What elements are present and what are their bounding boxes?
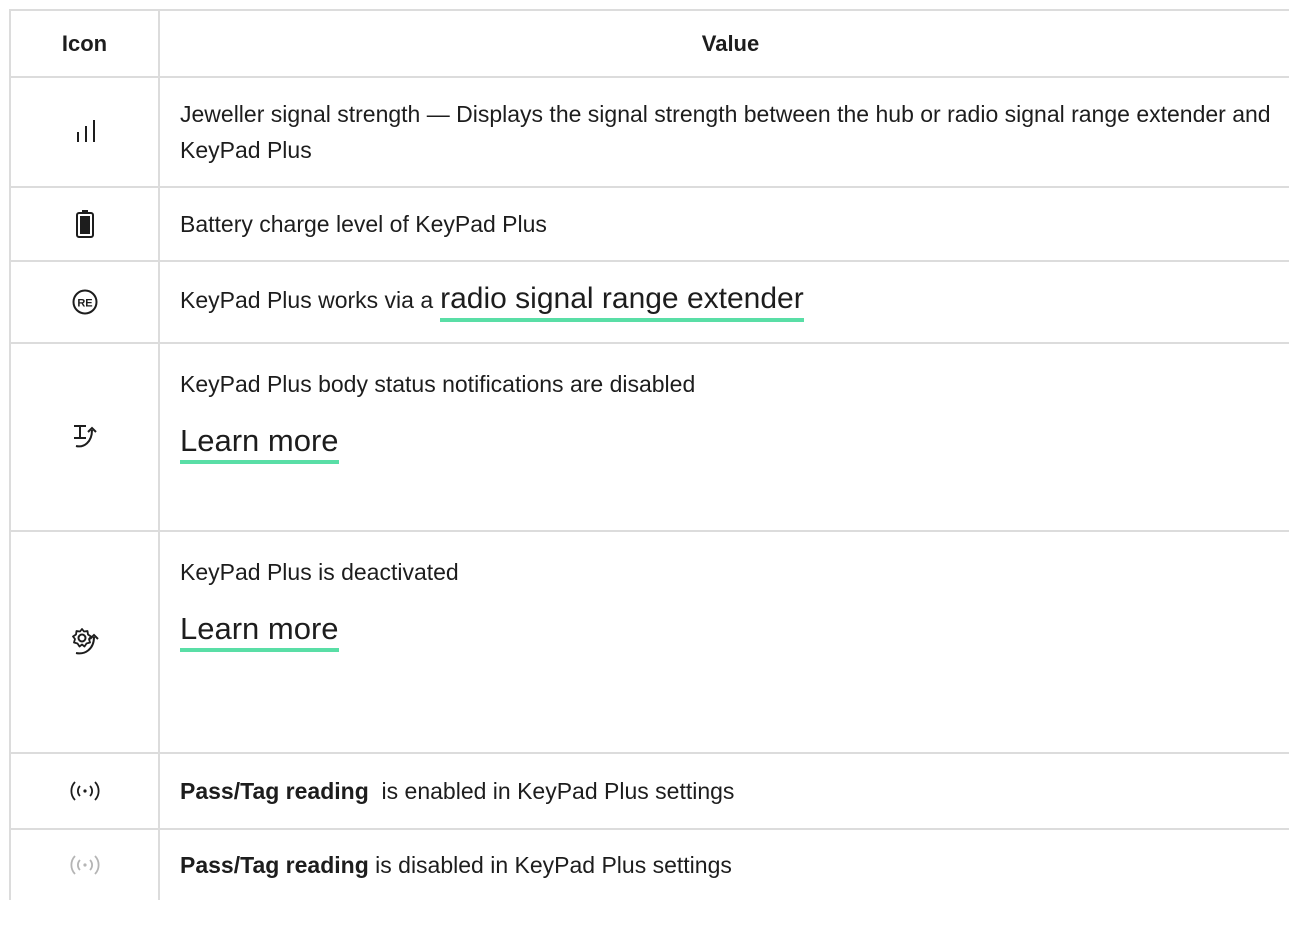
row-text: KeyPad Plus is deactivated [180, 559, 459, 585]
value-cell: Jeweller signal strength — Displays the … [160, 78, 1289, 186]
table-header-row: Icon Value [11, 11, 1289, 78]
table-row: KeyPad Plus body status notifications ar… [11, 344, 1289, 532]
row-text: KeyPad Plus works via a [180, 287, 434, 313]
row-text: Battery charge level of KeyPad Plus [180, 211, 547, 237]
svg-text:RE: RE [77, 298, 92, 310]
value-cell: KeyPad Plus works via a radio signal ran… [160, 262, 1289, 342]
header-icon-column: Icon [11, 11, 160, 76]
row-bold-text: Pass/Tag reading [180, 778, 369, 804]
header-value-column: Value [701, 30, 760, 56]
icon-cell [11, 344, 160, 530]
battery-icon [75, 210, 94, 238]
table-row: Jeweller signal strength — Displays the … [11, 78, 1289, 188]
learn-more-link[interactable]: Learn more [180, 424, 339, 464]
signal-strength-icon [70, 118, 100, 146]
row-text: Jeweller signal strength — Displays the … [180, 101, 1271, 163]
value-cell: KeyPad Plus is deactivated Learn more [160, 532, 1289, 752]
icon-cell [11, 78, 160, 186]
icon-cell: RE [11, 262, 160, 342]
row-bold-text: Pass/Tag reading [180, 852, 369, 878]
icon-cell [11, 754, 160, 828]
table-row: RE KeyPad Plus works via a radio signal … [11, 262, 1289, 344]
icon-cell [11, 188, 160, 260]
value-cell: Pass/Tag reading is disabled in KeyPad P… [160, 830, 1289, 900]
row-text: KeyPad Plus body status notifications ar… [180, 371, 696, 397]
pass-tag-disabled-icon [67, 854, 103, 876]
pass-tag-enabled-icon [67, 780, 103, 802]
row-text: is disabled in KeyPad Plus settings [368, 852, 732, 878]
range-extender-link[interactable]: radio signal range extender [440, 282, 804, 322]
value-cell: Battery charge level of KeyPad Plus [160, 188, 1289, 260]
row-text: is enabled in KeyPad Plus settings [368, 778, 735, 804]
value-cell: KeyPad Plus body status notifications ar… [160, 344, 1289, 530]
deactivated-gear-icon [69, 626, 101, 658]
icon-cell [11, 532, 160, 752]
table-row: Battery charge level of KeyPad Plus [11, 188, 1289, 262]
icon-cell [11, 830, 160, 900]
status-icons-table: Icon Value Jeweller signal strength — Di… [9, 9, 1289, 900]
table-row: KeyPad Plus is deactivated Learn more [11, 532, 1289, 754]
learn-more-link[interactable]: Learn more [180, 612, 339, 652]
body-status-icon [70, 422, 100, 452]
value-cell: Pass/Tag reading is enabled in KeyPad Pl… [160, 754, 1289, 828]
table-row: Pass/Tag reading is disabled in KeyPad P… [11, 830, 1289, 900]
range-extender-icon: RE [72, 289, 98, 315]
table-row: Pass/Tag reading is enabled in KeyPad Pl… [11, 754, 1289, 830]
